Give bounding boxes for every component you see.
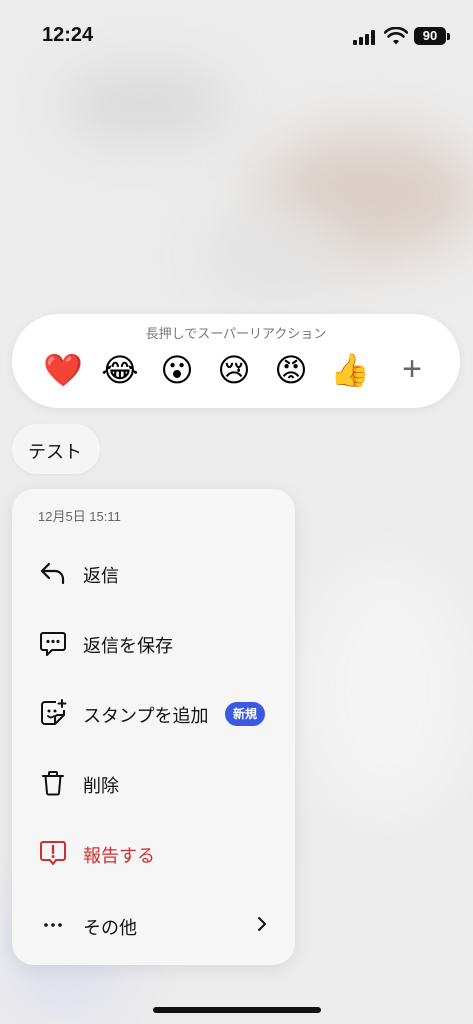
message-timestamp: 12月5日 15:11 [38, 509, 121, 524]
home-indicator[interactable] [153, 1007, 321, 1013]
reaction-bar: 長押しでスーパーリアクション ❤️ 😂 😮 😢 😡 👍 + [12, 314, 460, 408]
status-bar: 12:24 90 [0, 0, 473, 72]
menu-item-reply[interactable]: 返信 [12, 543, 295, 603]
menu-item-label: 報告する [83, 846, 155, 866]
new-badge: 新規 [225, 702, 265, 726]
report-icon [40, 841, 66, 865]
message-bubble[interactable]: テスト [12, 424, 100, 474]
context-menu: 12月5日 15:11 返信 返信を保存 スタンプを追加 新規 削除 報告する … [12, 489, 295, 965]
battery-tip [447, 33, 450, 40]
menu-item-label: その他 [83, 918, 137, 938]
more-reactions-button[interactable]: + [392, 350, 432, 390]
wifi-icon [384, 27, 408, 45]
reaction-hint: 長押しでスーパーリアクション [145, 326, 327, 341]
cellular-signal-icon [353, 30, 377, 45]
reaction-angry[interactable]: 😡 [271, 350, 311, 390]
menu-item-more[interactable]: その他 [12, 895, 295, 955]
trash-icon [42, 771, 64, 796]
menu-item-save-reply[interactable]: 返信を保存 [12, 613, 295, 673]
chevron-right-icon [258, 917, 266, 931]
menu-item-label: 削除 [83, 776, 119, 796]
sticker-add-icon [41, 699, 67, 725]
reaction-heart[interactable]: ❤️ [43, 350, 83, 390]
more-dots-icon [44, 923, 62, 927]
menu-item-label: スタンプを追加 [83, 706, 209, 726]
menu-item-delete[interactable]: 削除 [12, 753, 295, 813]
reaction-crying[interactable]: 😢 [214, 350, 254, 390]
reaction-astonished[interactable]: 😮 [157, 350, 197, 390]
chat-bubble-icon [40, 632, 66, 656]
menu-item-label: 返信を保存 [83, 636, 173, 656]
menu-item-label: 返信 [83, 566, 119, 586]
status-time: 12:24 [42, 24, 94, 46]
menu-item-add-sticker[interactable]: スタンプを追加 新規 [12, 683, 295, 743]
reply-icon [40, 562, 65, 585]
reaction-thumbs-up[interactable]: 👍 [330, 350, 370, 390]
battery-icon: 90 [414, 27, 446, 45]
message-text: テスト [28, 442, 82, 462]
reaction-joy[interactable]: 😂 [100, 350, 140, 390]
menu-item-report[interactable]: 報告する [12, 823, 295, 883]
